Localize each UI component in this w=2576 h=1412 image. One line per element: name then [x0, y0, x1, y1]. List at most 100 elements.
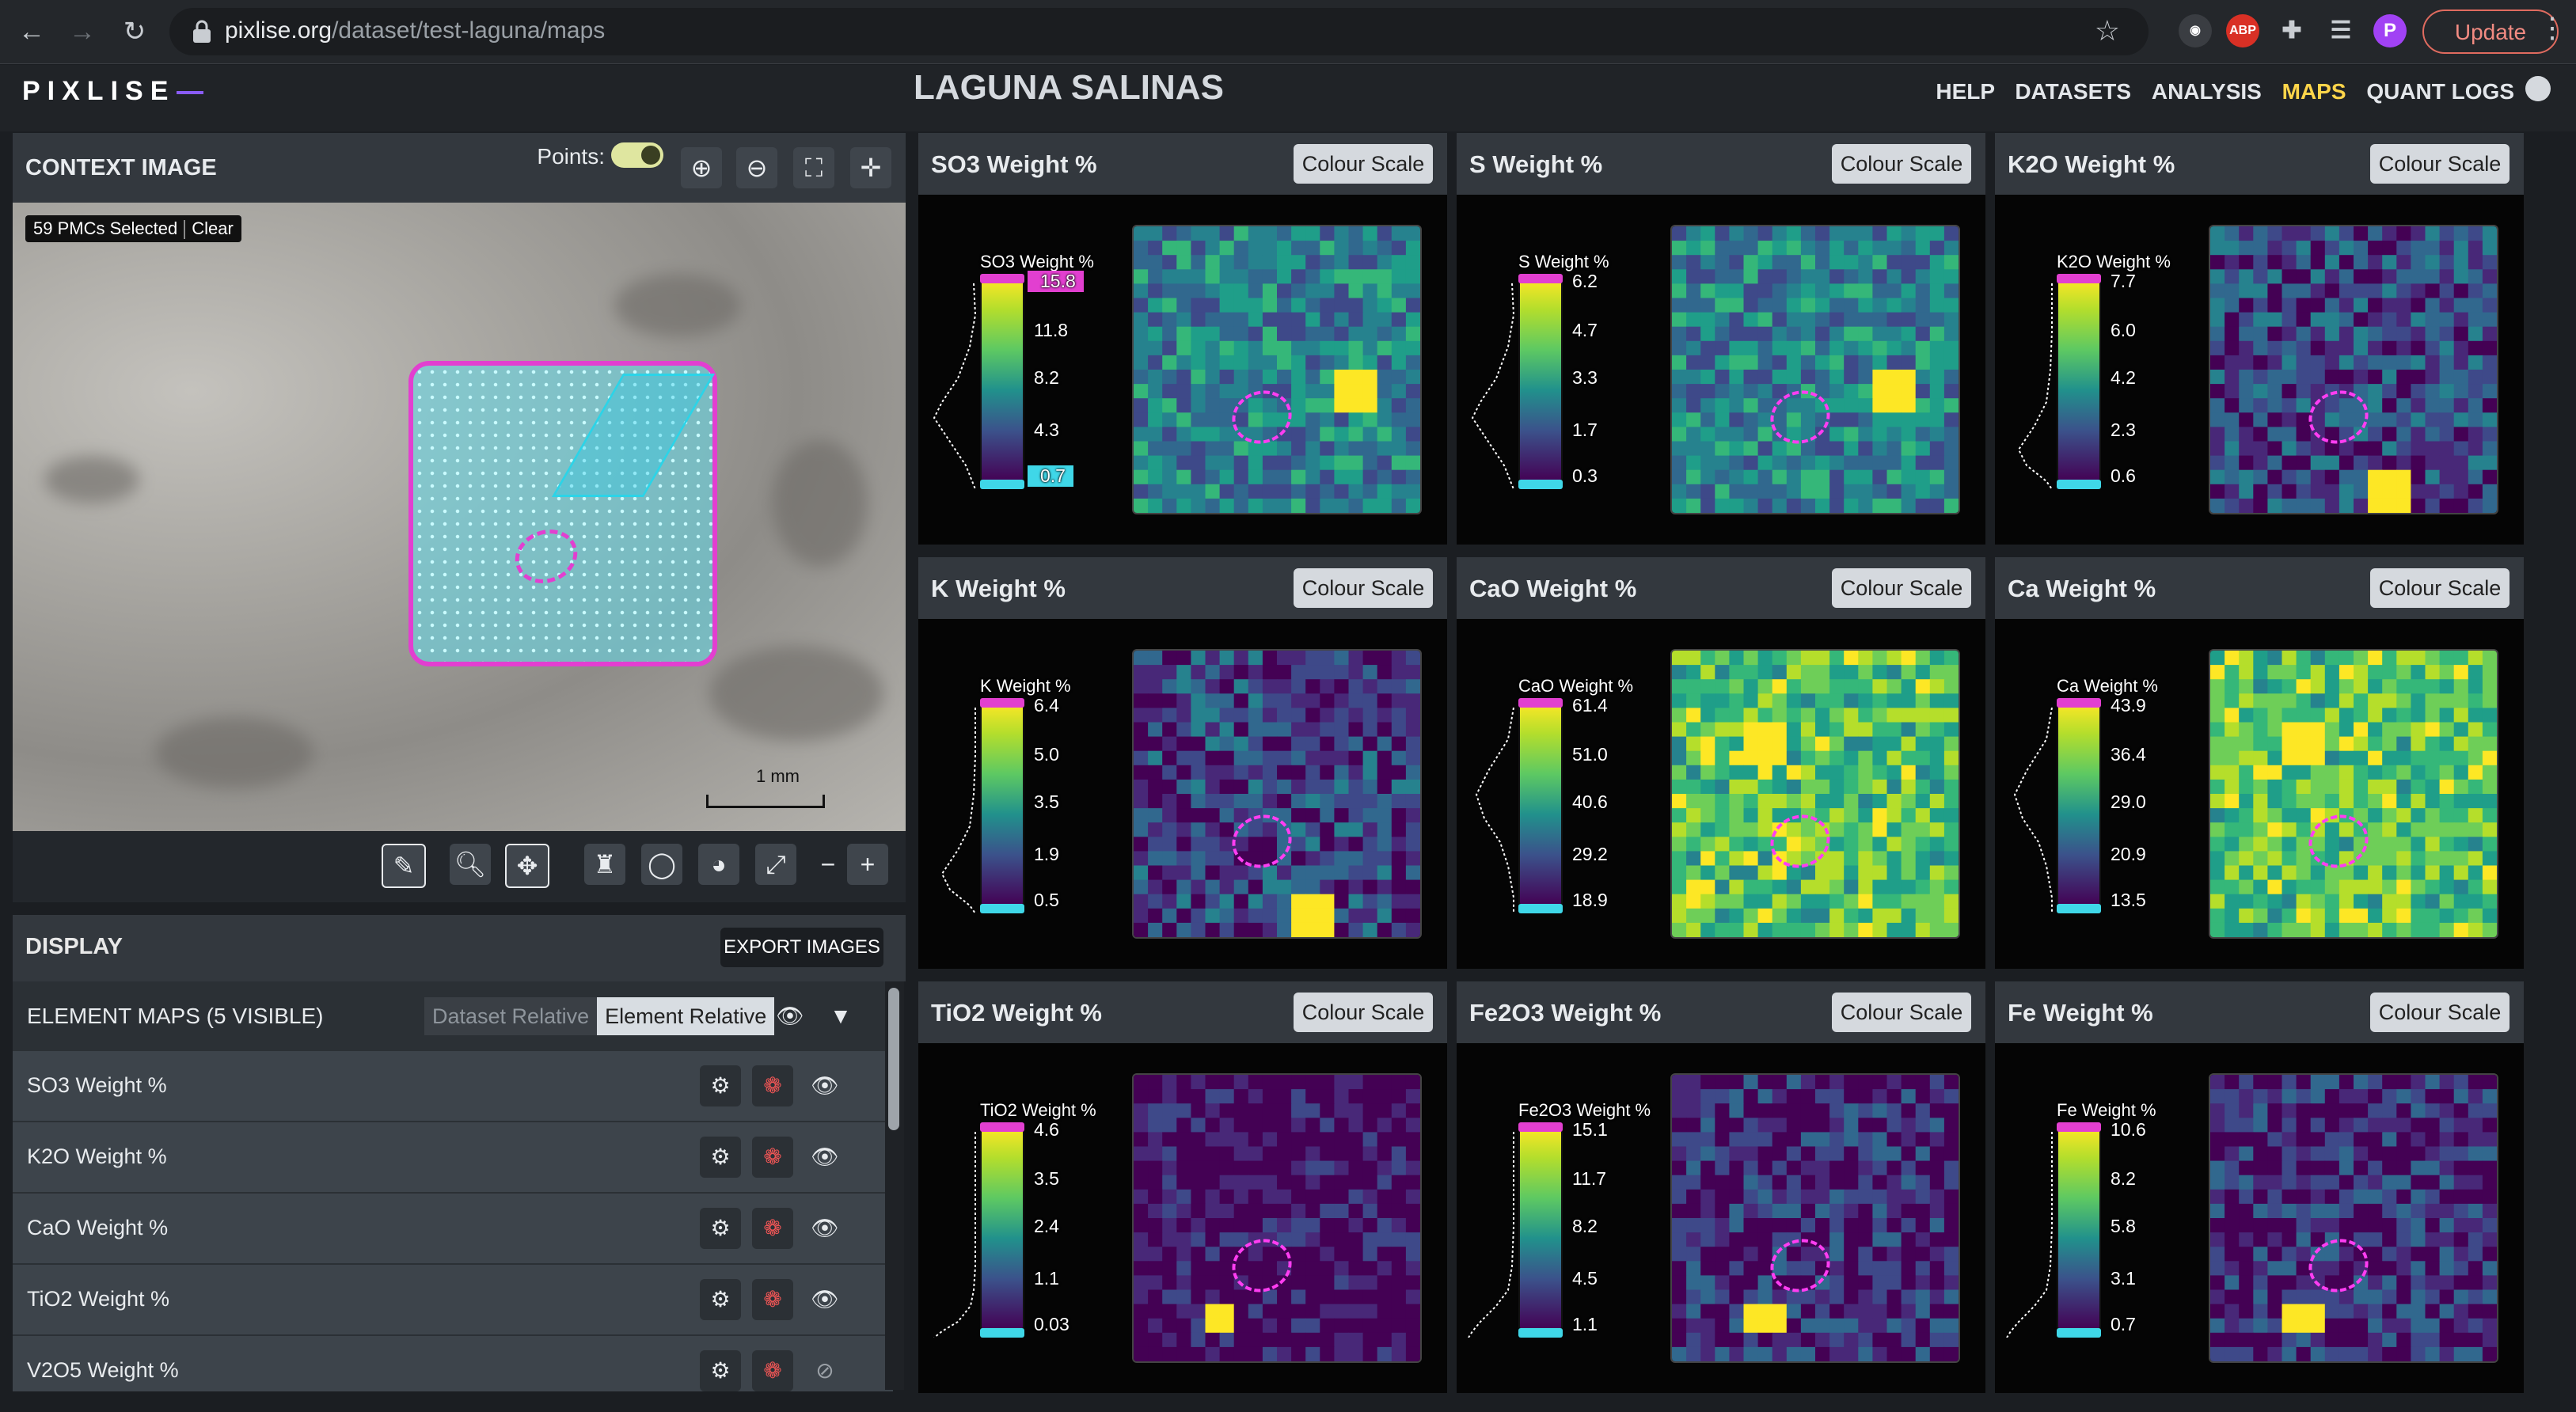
rgb-colour-icon[interactable]: ❁ — [752, 1208, 793, 1249]
colour-bar-max-handle[interactable] — [980, 274, 1024, 283]
colour-bar[interactable] — [1518, 1125, 1563, 1331]
colour-bar-min-handle[interactable] — [980, 480, 1024, 489]
rgb-colour-icon[interactable]: ❁ — [752, 1137, 793, 1178]
reload-icon[interactable]: ↻ — [116, 13, 154, 51]
element-map-row[interactable]: V2O5 Weight % ⚙ ❁ ⊘ — [13, 1334, 893, 1391]
brush-icon[interactable]: ♜ — [584, 844, 625, 885]
crosshair-icon[interactable]: ✛ — [850, 147, 891, 188]
colour-bar-max-handle[interactable] — [1518, 698, 1563, 708]
element-map-row[interactable]: CaO Weight % ⚙ ❁ 👁︎ — [13, 1192, 893, 1263]
extensions-puzzle-icon[interactable]: ✚ — [2275, 14, 2308, 47]
colour-scale-button[interactable]: Colour Scale — [2370, 993, 2510, 1032]
colour-bar-min-handle[interactable] — [2057, 1328, 2101, 1338]
colour-bar-max-handle[interactable] — [980, 1122, 1024, 1132]
lasso-icon[interactable]: ◯ — [641, 844, 682, 885]
visibility-eye-icon[interactable]: 👁︎ — [769, 996, 811, 1037]
colour-bar-max-handle[interactable] — [1518, 1122, 1563, 1132]
nav-help[interactable]: HELP — [1936, 79, 1994, 104]
gear-icon[interactable]: ⚙ — [700, 1279, 741, 1320]
zoom-in-icon[interactable]: ⊕ — [681, 147, 722, 188]
selection-region[interactable] — [408, 361, 717, 666]
scrollbar-thumb[interactable] — [888, 988, 899, 1130]
element-relative-button[interactable]: Element Relative — [597, 997, 775, 1035]
fit-view-icon[interactable]: ⛶ — [793, 147, 834, 188]
forward-icon[interactable]: → — [63, 13, 101, 51]
nav-maps[interactable]: MAPS — [2282, 79, 2346, 104]
colour-bar[interactable] — [1518, 277, 1563, 483]
colour-bar-min-handle[interactable] — [1518, 1328, 1563, 1338]
element-map[interactable] — [1132, 225, 1422, 514]
eye-icon[interactable]: 👁︎ — [804, 1279, 845, 1320]
colour-bar[interactable] — [980, 701, 1024, 907]
colour-bar-max-handle[interactable] — [980, 698, 1024, 708]
plus-icon[interactable]: + — [847, 844, 888, 885]
colour-bar-min-handle[interactable] — [980, 904, 1024, 913]
colour-bar-min-handle[interactable] — [1518, 480, 1563, 489]
eye-icon[interactable]: 👁︎ — [804, 1065, 845, 1106]
pencil-icon[interactable]: ✎ — [382, 844, 426, 888]
address-bar[interactable]: pixlise.org/dataset/test-laguna/maps ☆ — [169, 8, 2149, 55]
element-map[interactable] — [1670, 1073, 1960, 1363]
colour-bar[interactable] — [2057, 277, 2101, 483]
eye-icon[interactable]: 👁︎ — [804, 1137, 845, 1178]
points-toggle[interactable] — [611, 142, 663, 168]
context-image[interactable]: 59 PMCs Selected Clear 1 mm — [13, 203, 906, 831]
chevron-down-icon[interactable]: ▼ — [820, 996, 861, 1037]
gear-icon[interactable]: ⚙ — [700, 1065, 741, 1106]
user-icon[interactable] — [2525, 76, 2551, 101]
colour-scale-button[interactable]: Colour Scale — [1832, 993, 1971, 1032]
colour-bar-min-handle[interactable] — [980, 1328, 1024, 1338]
rgb-colour-icon[interactable]: ❁ — [752, 1350, 793, 1391]
eye-icon[interactable]: 👁︎ — [804, 1208, 845, 1249]
colour-bar[interactable] — [980, 1125, 1024, 1331]
colour-bar-min-handle[interactable] — [2057, 480, 2101, 489]
colour-bar-max-handle[interactable] — [2057, 1122, 2101, 1132]
pan-move-icon[interactable]: ✥ — [505, 844, 549, 888]
gear-icon[interactable]: ⚙ — [700, 1137, 741, 1178]
nav-analysis[interactable]: ANALYSIS — [2152, 79, 2262, 104]
minus-icon[interactable]: − — [812, 844, 844, 885]
element-map-row[interactable]: TiO2 Weight % ⚙ ❁ 👁︎ — [13, 1263, 893, 1334]
colour-scale-button[interactable]: Colour Scale — [1832, 144, 1971, 184]
element-map[interactable] — [1132, 1073, 1422, 1363]
bookmark-star-icon[interactable]: ☆ — [2095, 14, 2120, 47]
colour-scale-button[interactable]: Colour Scale — [2370, 144, 2510, 184]
colour-bar[interactable] — [2057, 701, 2101, 907]
colour-bar-max-handle[interactable] — [2057, 274, 2101, 283]
colour-scale-button[interactable]: Colour Scale — [1294, 144, 1433, 184]
zoom-out-icon[interactable]: ⊖ — [736, 147, 777, 188]
profile-avatar[interactable]: P — [2373, 14, 2407, 47]
palette-icon[interactable]: ◕ — [698, 844, 739, 885]
colour-bar-max-handle[interactable] — [1518, 274, 1563, 283]
magnify-icon[interactable]: 🔍︎ — [450, 844, 491, 885]
gear-icon[interactable]: ⚙ — [700, 1208, 741, 1249]
colour-bar[interactable] — [980, 277, 1024, 483]
colour-scale-button[interactable]: Colour Scale — [1294, 993, 1433, 1032]
reading-list-icon[interactable]: ☰ — [2324, 14, 2358, 47]
eye-hidden-icon[interactable]: ⊘ — [804, 1350, 845, 1391]
nav-datasets[interactable]: DATASETS — [2015, 79, 2131, 104]
rgb-colour-icon[interactable]: ❁ — [752, 1065, 793, 1106]
colour-bar-max-handle[interactable] — [2057, 698, 2101, 708]
back-icon[interactable]: ← — [13, 13, 51, 51]
colour-scale-button[interactable]: Colour Scale — [2370, 568, 2510, 608]
element-map[interactable] — [1132, 649, 1422, 939]
colour-bar[interactable] — [1518, 701, 1563, 907]
element-map-row[interactable]: K2O Weight % ⚙ ❁ 👁︎ — [13, 1121, 893, 1192]
colour-bar-min-handle[interactable] — [1518, 904, 1563, 913]
colour-bar-min-handle[interactable] — [2057, 904, 2101, 913]
dataset-relative-button[interactable]: Dataset Relative — [424, 997, 598, 1035]
element-map[interactable] — [1670, 225, 1960, 514]
nav-quant-logs[interactable]: QUANT LOGS — [2366, 79, 2514, 104]
element-map-row[interactable]: SO3 Weight % ⚙ ❁ 👁︎ — [13, 1050, 893, 1121]
element-map[interactable] — [1670, 649, 1960, 939]
colour-scale-button[interactable]: Colour Scale — [1294, 568, 1433, 608]
element-map[interactable] — [2209, 225, 2498, 514]
resize-icon[interactable]: ⤢ — [755, 844, 796, 885]
browser-menu-icon[interactable]: ⋮ — [2538, 11, 2567, 44]
colour-bar[interactable] — [2057, 1125, 2101, 1331]
extension-circle-icon[interactable]: ◉ — [2179, 14, 2212, 47]
element-map[interactable] — [2209, 1073, 2498, 1363]
export-images-button[interactable]: EXPORT IMAGES — [720, 928, 883, 967]
gear-icon[interactable]: ⚙ — [700, 1350, 741, 1391]
